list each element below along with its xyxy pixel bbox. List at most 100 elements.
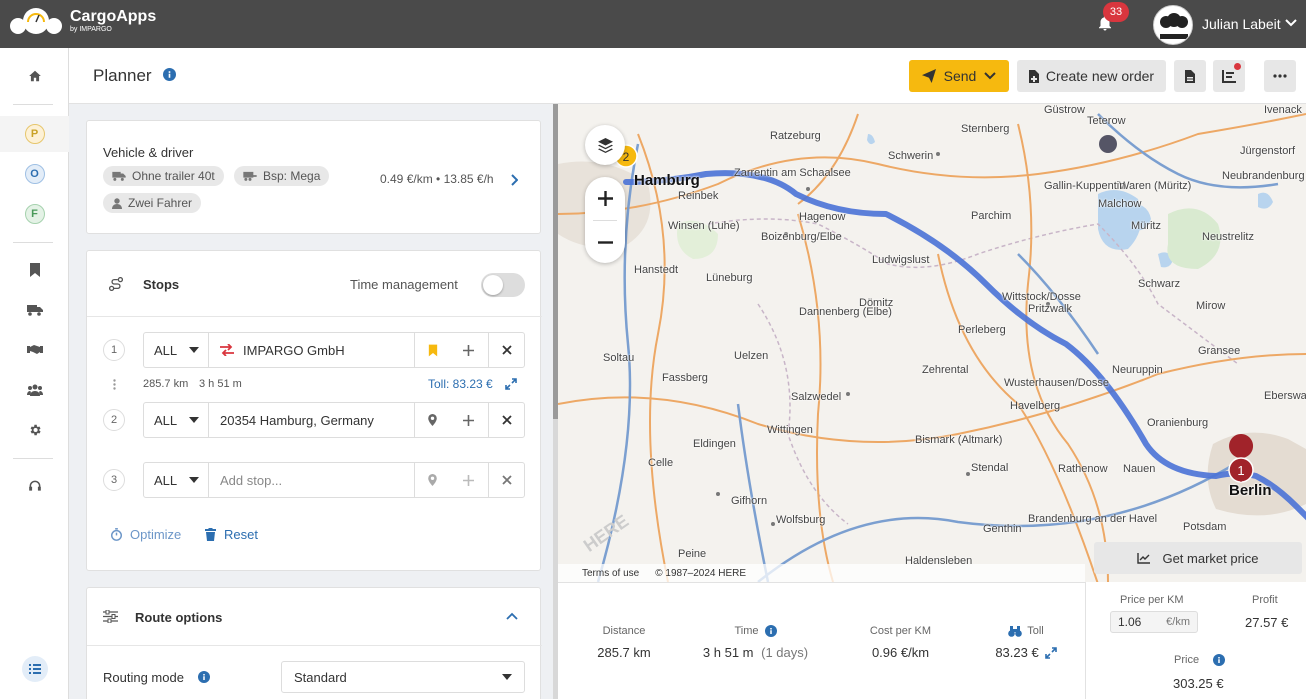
stop-address[interactable]: 20354 Hamburg, Germany — [220, 413, 374, 428]
expand-icon[interactable] — [1044, 646, 1057, 659]
users-icon — [26, 384, 43, 396]
info-icon[interactable] — [163, 68, 176, 81]
caret-down-icon — [189, 477, 200, 483]
optimize-label: Optimize — [130, 527, 182, 542]
trailer-chip-label: Ohne trailer 40t — [132, 169, 215, 183]
map-pin-icon — [428, 414, 437, 426]
distance-label: Distance — [602, 625, 646, 637]
stop-location-button[interactable] — [414, 463, 450, 497]
info-icon[interactable] — [1213, 654, 1226, 666]
chevron-right-icon[interactable] — [510, 174, 518, 186]
map-label: Celle — [648, 457, 674, 469]
stop-add-button[interactable] — [450, 333, 486, 367]
create-new-order-button[interactable]: Create new order — [1017, 60, 1166, 92]
stop-filter-label: ALL — [154, 472, 178, 488]
map-label: Güstrow — [1044, 104, 1085, 116]
get-market-price-button[interactable]: Get market price — [1094, 542, 1302, 574]
truck-icon — [112, 171, 126, 181]
stop-bookmark-button[interactable] — [414, 333, 450, 367]
chevron-up-icon[interactable] — [506, 612, 518, 620]
chevron-down-icon[interactable] — [1284, 18, 1298, 28]
map-label: Mirow — [1196, 300, 1226, 312]
stop-remove-button[interactable] — [488, 463, 524, 497]
export-document-button[interactable] — [1174, 60, 1206, 92]
zoom-out-button[interactable] — [585, 221, 625, 263]
route-icon — [109, 277, 123, 291]
vehicle-driver-card[interactable]: Vehicle & driver Ohne trailer 40t Bsp: M… — [86, 120, 541, 234]
sidebar-item-toggle[interactable] — [0, 651, 69, 687]
map-label: Uelzen — [734, 350, 769, 362]
stop-location-button[interactable] — [414, 403, 450, 437]
user-name[interactable]: Julian Labeit — [1202, 16, 1281, 32]
send-button[interactable]: Send — [909, 60, 1009, 92]
map-label: Gifhorn — [731, 495, 768, 507]
info-icon[interactable] — [764, 625, 777, 637]
optimize-button[interactable]: Optimize — [111, 527, 181, 542]
avatar[interactable] — [1153, 5, 1193, 45]
close-icon — [501, 475, 512, 485]
map-label: Berlin — [1229, 482, 1272, 499]
toll-label: Toll — [1027, 625, 1044, 637]
toll-value[interactable]: 83.23 € — [995, 645, 1038, 660]
map-label: Gallin-Kuppentin — [1044, 180, 1126, 192]
stop-row-1[interactable]: ALL IMPARGO GmbH — [143, 332, 525, 368]
routing-mode-select[interactable]: Standard — [281, 661, 525, 693]
route-map[interactable]: HERE 1 2 Hamburg Berlin Schwerin Lüneburg Ce… — [558, 104, 1306, 582]
reset-button[interactable]: Reset — [205, 527, 258, 542]
stop-filter-select[interactable]: ALL — [144, 463, 209, 497]
more-options-button[interactable] — [1264, 60, 1296, 92]
map-label: Schwerin — [888, 150, 934, 162]
terms-of-use-link[interactable]: Terms of use — [582, 568, 639, 579]
route-options-card: Route options Routing mode Standard — [86, 587, 542, 699]
document-plus-icon — [1028, 69, 1039, 83]
map-label: Nauen — [1123, 463, 1156, 475]
map-label: Neubrandenburg — [1222, 170, 1305, 182]
stop-add-button[interactable] — [450, 403, 486, 437]
profit-value: 27.57 € — [1245, 615, 1289, 630]
stop-row-3[interactable]: ALL Add stop... — [143, 462, 525, 498]
orders-letter-icon: O — [24, 164, 45, 184]
stop-remove-button[interactable] — [488, 403, 524, 437]
sidebar-item-orders[interactable]: O — [0, 156, 69, 192]
leg-toll-link[interactable]: Toll: 83.23 € — [428, 377, 493, 391]
leg-time: 3 h 51 m — [199, 378, 242, 390]
map-label: Wolfsburg — [776, 514, 826, 526]
add-stop-input[interactable]: Add stop... — [220, 473, 282, 488]
user-icon — [112, 197, 122, 209]
sidebar-item-fleet[interactable]: F — [0, 196, 69, 232]
time-management-toggle[interactable] — [481, 273, 525, 297]
sidebar-item-support[interactable] — [0, 468, 69, 504]
caret-down-icon — [189, 347, 200, 353]
map-label: Gransee — [1198, 345, 1241, 357]
reports-button[interactable] — [1213, 60, 1245, 92]
sidebar-item-settings[interactable] — [0, 412, 69, 448]
expand-icon[interactable] — [505, 378, 517, 390]
app-logo[interactable]: CargoApps by IMPARGO — [8, 6, 156, 36]
stop-row-2[interactable]: ALL 20354 Hamburg, Germany — [143, 402, 525, 438]
leg-distance: 285.7 km — [143, 378, 189, 390]
zoom-in-button[interactable] — [585, 177, 625, 220]
vehicle-type-chip[interactable]: Bsp: Mega — [234, 166, 330, 186]
driver-chip[interactable]: Zwei Fahrer — [103, 193, 202, 213]
routing-mode-value: Standard — [294, 669, 347, 685]
stop-filter-select[interactable]: ALL — [144, 333, 209, 367]
map-label: Schwarz — [1138, 278, 1181, 290]
sidebar-item-bookmarks[interactable] — [0, 252, 69, 288]
map-marker-1[interactable]: 1 — [1237, 463, 1244, 478]
sidebar-item-home[interactable] — [0, 58, 69, 94]
bookmark-icon — [29, 263, 40, 277]
stop-remove-button[interactable] — [488, 333, 524, 367]
sidebar-item-users[interactable] — [0, 372, 69, 408]
map-layers-button[interactable] — [585, 125, 625, 165]
sidebar-item-vehicles[interactable] — [0, 292, 69, 328]
stop-add-button[interactable] — [450, 463, 486, 497]
map-label: Waren (Müritz) — [1119, 180, 1192, 192]
stop-filter-select[interactable]: ALL — [144, 403, 209, 437]
profit-label: Profit — [1252, 594, 1278, 606]
price-per-km-input[interactable]: 1.06 €/km — [1110, 611, 1198, 633]
sidebar-item-planner[interactable]: P — [0, 116, 69, 152]
trailer-chip[interactable]: Ohne trailer 40t — [103, 166, 224, 186]
info-icon[interactable] — [198, 671, 210, 683]
sidebar-item-partners[interactable] — [0, 332, 69, 368]
stop-address[interactable]: IMPARGO GmbH — [243, 343, 345, 358]
